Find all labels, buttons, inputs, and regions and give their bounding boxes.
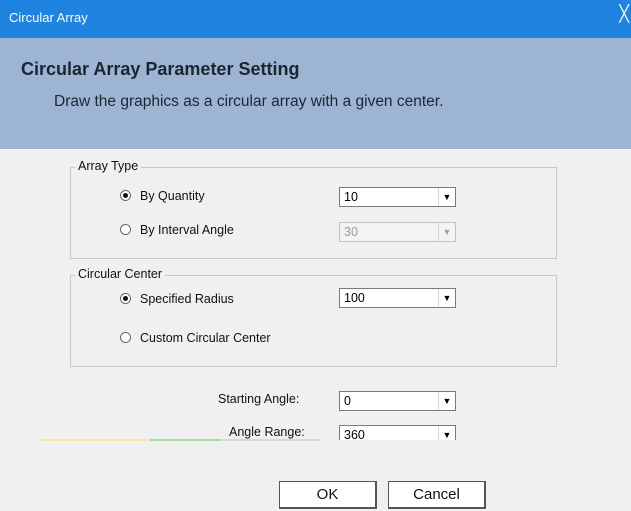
chevron-down-icon[interactable]: ▼ [438, 392, 455, 410]
header-panel: Circular Array Parameter Setting Draw th… [0, 38, 631, 149]
render-artifact-line [220, 439, 320, 441]
radio-unchecked-icon [120, 332, 131, 344]
radio-checked-icon [120, 293, 131, 305]
array-type-legend: Array Type [75, 159, 142, 173]
specified-radius-radio[interactable]: Specified Radius [120, 292, 234, 306]
angle-range-label: Angle Range: [229, 425, 305, 439]
radius-value: 100 [344, 291, 365, 305]
radio-checked-icon [120, 190, 131, 202]
cancel-button[interactable]: Cancel [388, 481, 486, 509]
starting-angle-label: Starting Angle: [218, 392, 300, 406]
angle-range-row: Angle Range: 360 ▼ [0, 422, 631, 440]
title-bar: Circular Array ╳ [0, 0, 631, 38]
array-type-group: Array Type [70, 159, 557, 259]
ok-button[interactable]: OK [279, 481, 377, 509]
interval-angle-value: 30 [344, 225, 358, 239]
page-title: Circular Array Parameter Setting [21, 59, 300, 79]
by-quantity-label: By Quantity [140, 189, 205, 203]
chevron-down-icon[interactable]: ▼ [438, 426, 455, 440]
chevron-down-icon[interactable]: ▼ [438, 289, 455, 307]
specified-radius-label: Specified Radius [140, 292, 234, 306]
interval-angle-select: 30 ▼ [339, 222, 456, 242]
chevron-down-icon[interactable]: ▼ [438, 188, 455, 206]
radius-select[interactable]: 100 ▼ [339, 288, 456, 308]
starting-angle-select[interactable]: 0 ▼ [339, 391, 456, 411]
radio-unchecked-icon [120, 224, 131, 236]
quantity-select[interactable]: 10 ▼ [339, 187, 456, 207]
page-subtitle: Draw the graphics as a circular array wi… [54, 93, 444, 110]
circular-center-legend: Circular Center [75, 267, 166, 281]
circular-center-group: Circular Center [70, 267, 557, 367]
by-interval-angle-radio[interactable]: By Interval Angle [120, 223, 234, 237]
angle-range-select[interactable]: 360 ▼ [339, 425, 456, 440]
quantity-value: 10 [344, 190, 358, 204]
angle-range-value: 360 [344, 428, 365, 440]
starting-angle-value: 0 [344, 394, 351, 408]
custom-center-label: Custom Circular Center [140, 331, 271, 345]
render-artifact-line [40, 439, 150, 441]
by-quantity-radio[interactable]: By Quantity [120, 189, 205, 203]
close-icon[interactable]: ╳ [619, 7, 629, 23]
window-title: Circular Array [9, 10, 88, 25]
by-interval-angle-label: By Interval Angle [140, 223, 234, 237]
chevron-down-icon: ▼ [438, 223, 455, 241]
render-artifact-line [150, 439, 220, 441]
custom-center-radio[interactable]: Custom Circular Center [120, 331, 271, 345]
